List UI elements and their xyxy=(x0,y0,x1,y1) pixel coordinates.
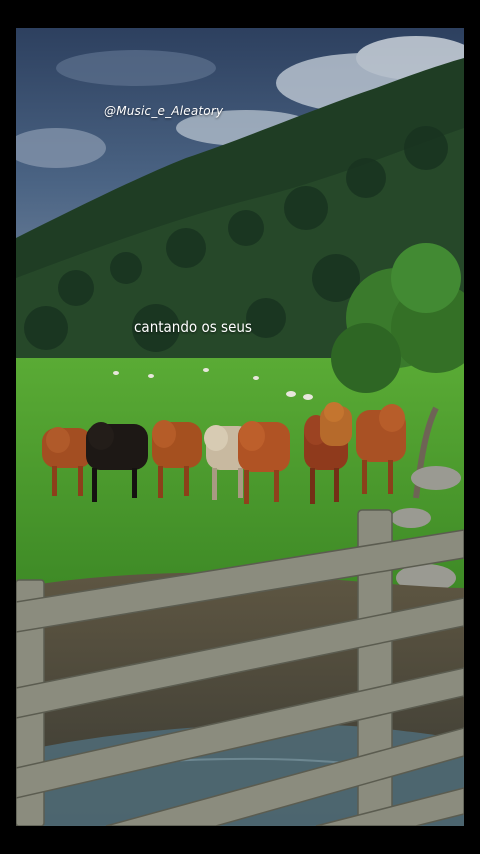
landscape-photo xyxy=(16,28,464,826)
subtitle-caption: cantando os seus xyxy=(134,318,252,336)
photo-frame: @Music_e_Aleatory cantando os seus xyxy=(16,28,464,826)
watermark-handle: @Music_e_Aleatory xyxy=(104,104,224,118)
cow xyxy=(320,402,352,446)
